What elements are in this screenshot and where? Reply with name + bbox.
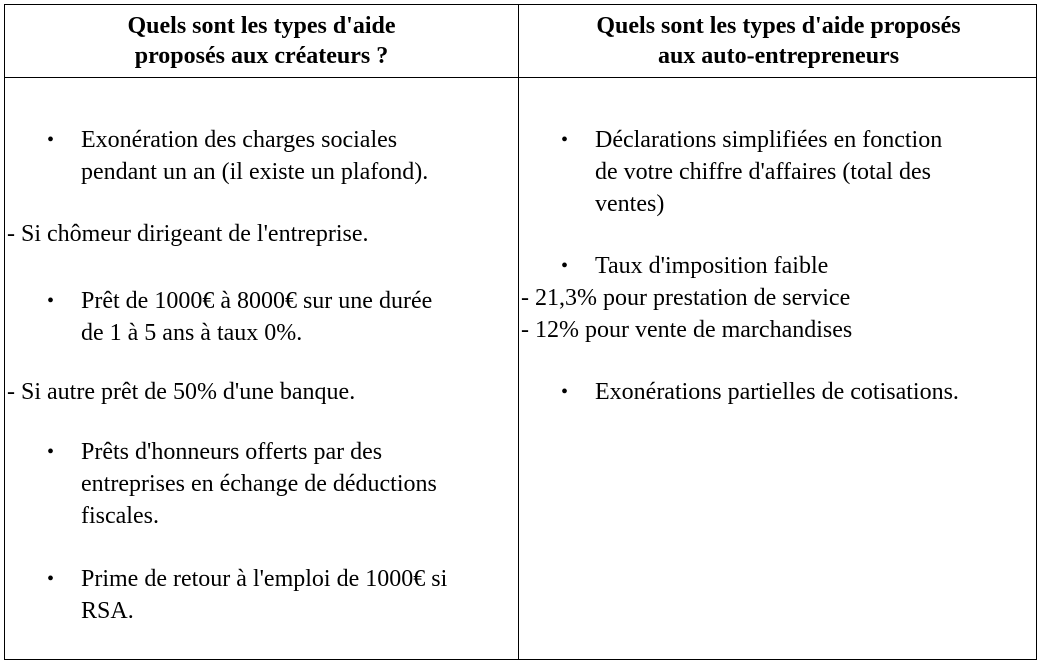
list-item-text: Prêt de 1000€ à 8000€ sur une durée: [81, 288, 433, 314]
list-item-text: entreprises en échange de déductions: [81, 471, 437, 497]
condition-note: - Si chômeur dirigeant de l'entreprise.: [7, 221, 369, 247]
list-item-text: pendant un an (il existe un plafond).: [81, 159, 429, 185]
bullet-icon: •: [47, 290, 55, 312]
list-item-text: fiscales.: [81, 503, 159, 529]
list-item: • Exonération des charges sociales penda…: [47, 124, 507, 188]
list-item: • Prêt de 1000€ à 8000€ sur une durée de…: [47, 285, 507, 349]
bullet-icon: •: [47, 441, 55, 463]
list-item-text: Exonération des charges sociales: [81, 127, 398, 153]
creators-column: • Exonération des charges sociales penda…: [5, 78, 518, 659]
list-item: • Déclarations simplifiées en fonction d…: [561, 124, 1031, 220]
list-item-text: Prime de retour à l'emploi de 1000€ si: [81, 566, 448, 592]
condition-note: - Si autre prêt de 50% d'une banque.: [7, 379, 356, 405]
list-item: • Exonérations partielles de cotisations…: [561, 376, 1031, 408]
list-item-text: ventes): [595, 191, 665, 217]
header-creators-line: Quels sont les types d'aide: [127, 13, 396, 39]
header-creators: Quels sont les types d'aide proposés aux…: [5, 5, 518, 77]
list-item-text: Prêts d'honneurs offerts par des: [81, 439, 383, 465]
list-item: • Prêts d'honneurs offerts par des entre…: [47, 436, 507, 532]
list-item-text: Déclarations simplifiées en fonction: [595, 127, 943, 153]
list-item: • Prime de retour à l'emploi de 1000€ si…: [47, 563, 507, 627]
tax-rate-note: - 12% pour vente de marchandises: [521, 317, 853, 343]
aid-comparison-table: Quels sont les types d'aide proposés aux…: [4, 4, 1037, 660]
list-item-text: Exonérations partielles de cotisations.: [595, 379, 959, 405]
bullet-icon: •: [561, 255, 569, 277]
list-item: • Taux d'imposition faible: [561, 250, 1031, 282]
tax-rate-note: - 21,3% pour prestation de service: [521, 285, 851, 311]
bullet-icon: •: [47, 129, 55, 151]
header-auto-entrepreneurs-line: aux auto-entrepreneurs: [657, 43, 900, 69]
list-item-text: RSA.: [81, 598, 134, 624]
bullet-icon: •: [561, 129, 569, 151]
header-auto-entrepreneurs-line: Quels sont les types d'aide proposés: [596, 13, 961, 39]
bullet-icon: •: [47, 568, 55, 590]
list-item-text: Taux d'imposition faible: [595, 253, 829, 279]
header-creators-line: proposés aux créateurs ?: [134, 43, 389, 69]
list-item-text: de votre chiffre d'affaires (total des: [595, 159, 931, 185]
list-item-text: de 1 à 5 ans à taux 0%.: [81, 320, 303, 346]
header-auto-entrepreneurs: Quels sont les types d'aide proposés aux…: [519, 5, 1038, 77]
auto-entrepreneurs-column: • Déclarations simplifiées en fonction d…: [519, 78, 1038, 659]
bullet-icon: •: [561, 381, 569, 403]
